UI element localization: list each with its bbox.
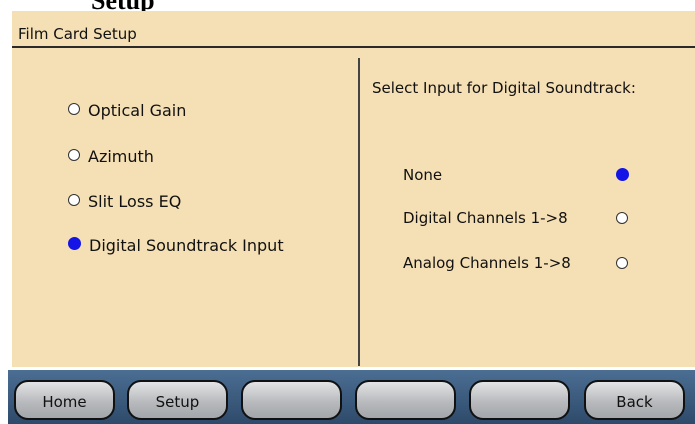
panel-divider <box>358 58 360 366</box>
menu-item-slit-loss-eq[interactable]: Slit Loss EQ <box>68 191 181 215</box>
window-title: Film Card Setup <box>18 25 137 43</box>
menu-item-label: Azimuth <box>88 147 154 166</box>
setup-button[interactable]: Setup <box>127 380 228 420</box>
empty-button-3[interactable] <box>241 380 342 420</box>
input-select-heading: Select Input for Digital Soundtrack: <box>372 79 636 97</box>
option-analog-channels-radio[interactable] <box>616 257 628 269</box>
option-analog-channels-label: Analog Channels 1->8 <box>403 254 571 272</box>
menu-item-digital-soundtrack-input[interactable]: Digital Soundtrack Input <box>68 235 284 259</box>
menu-item-optical-gain[interactable]: Optical Gain <box>68 100 186 124</box>
title-bar: Film Card Setup <box>12 11 695 48</box>
empty-button-5[interactable] <box>469 380 570 420</box>
option-none-radio[interactable] <box>616 168 629 181</box>
empty-button-4[interactable] <box>355 380 456 420</box>
menu-item-label: Optical Gain <box>88 101 187 120</box>
option-digital-channels-radio[interactable] <box>616 212 628 224</box>
radio-selected-icon <box>68 237 81 250</box>
option-none-label: None <box>403 166 443 184</box>
radio-icon <box>68 148 80 161</box>
option-digital-channels-label: Digital Channels 1->8 <box>403 209 568 227</box>
radio-icon <box>68 193 80 206</box>
menu-item-label: Digital Soundtrack Input <box>89 236 284 255</box>
home-button[interactable]: Home <box>14 380 115 420</box>
film-card-setup-panel: Film Card Setup Optical Gain Azimuth Sli… <box>12 11 695 367</box>
radio-icon <box>68 102 80 115</box>
menu-item-label: Slit Loss EQ <box>88 192 182 211</box>
back-button[interactable]: Back <box>584 380 685 420</box>
title-rule <box>12 46 695 48</box>
menu-item-azimuth[interactable]: Azimuth <box>68 146 154 170</box>
button-bar: Home Setup Back <box>8 370 695 424</box>
